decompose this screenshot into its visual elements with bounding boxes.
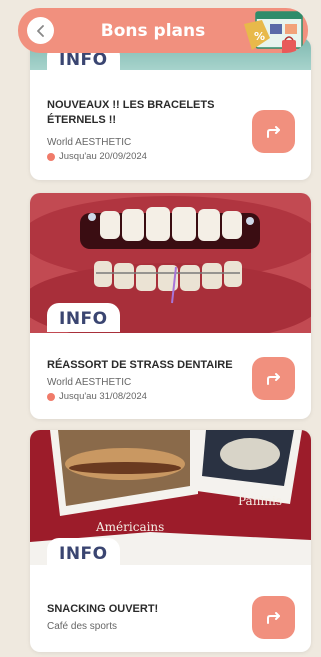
share-button[interactable] xyxy=(252,357,295,400)
card-date-text: Jusqu'au 20/09/2024 xyxy=(59,151,147,162)
card-title: RÉASSORT DE STRASS DENTAIRE xyxy=(47,359,233,371)
deal-card[interactable]: INFO NOUVEAUX !! LES BRACELETS ÉTERNELS … xyxy=(30,38,311,180)
card-date: Jusqu'au 20/09/2024 xyxy=(47,151,147,162)
shopping-illustration-icon: % xyxy=(244,11,303,53)
share-button[interactable] xyxy=(252,596,295,639)
share-arrow-icon xyxy=(266,372,280,385)
image-label-paninis: Paninis xyxy=(238,494,282,508)
card-shop-name: Café des sports xyxy=(47,621,118,632)
clock-icon xyxy=(47,152,55,161)
card-date-text: Jusqu'au 31/08/2024 xyxy=(59,391,147,402)
card-shop-name: World AESTHETIC xyxy=(47,137,132,148)
share-arrow-icon xyxy=(266,125,280,138)
back-button[interactable] xyxy=(27,17,54,44)
share-arrow-icon xyxy=(266,611,280,624)
share-button[interactable] xyxy=(252,110,295,153)
card-title: NOUVEAUX !! LES BRACELETS ÉTERNELS !! xyxy=(47,99,215,126)
clock-icon xyxy=(47,392,55,401)
card-shop-name: World AESTHETIC xyxy=(47,377,132,388)
image-label-americains: Américains xyxy=(96,520,165,534)
deal-card[interactable]: Paninis Américains INFO SNACKING OUVERT!… xyxy=(30,430,311,652)
percent-badge: % xyxy=(254,30,265,43)
deal-card[interactable]: INFO RÉASSORT DE STRASS DENTAIRE World A… xyxy=(30,193,311,419)
card-title: SNACKING OUVERT! xyxy=(47,603,159,615)
card-date: Jusqu'au 31/08/2024 xyxy=(47,391,147,402)
info-badge: INFO xyxy=(47,303,120,332)
page-header: Bons plans % xyxy=(18,8,308,53)
info-badge: INFO xyxy=(47,538,120,567)
back-arrow-icon xyxy=(36,24,44,37)
page-title: Bons plans xyxy=(100,20,206,41)
